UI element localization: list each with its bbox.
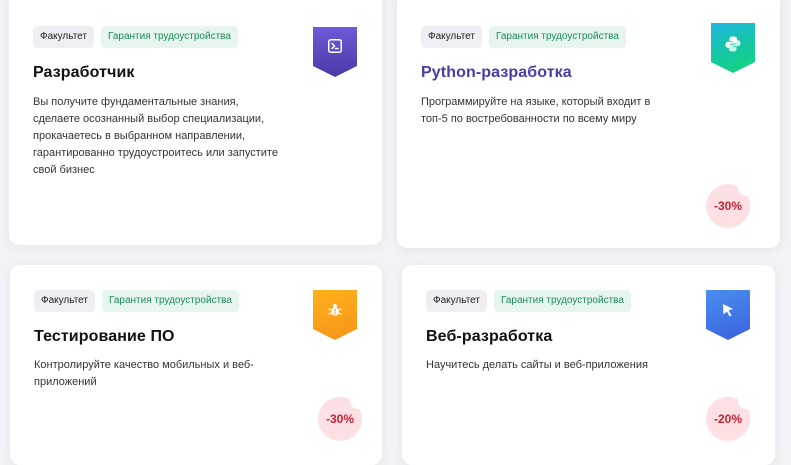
employment-guarantee-tag: Гарантия трудоустройства: [488, 26, 626, 48]
employment-guarantee-tag: Гарантия трудоустройства: [493, 290, 631, 312]
course-card-web-development[interactable]: Факультет Гарантия трудоустройства Веб-р…: [402, 265, 775, 465]
course-description: Вы получите фундаментальные знания, сдел…: [33, 96, 278, 176]
faculty-tag: Факультет: [426, 290, 487, 312]
python-icon: [711, 23, 755, 73]
course-description: Контролируйте качество мобильных и веб-п…: [34, 359, 254, 388]
bug-icon: [313, 290, 357, 340]
course-card-qa-testing[interactable]: Факультет Гарантия трудоустройства Тести…: [10, 265, 382, 465]
discount-badge: -20%: [706, 397, 750, 441]
course-card-developer[interactable]: Факультет Гарантия трудоустройства Разра…: [9, 0, 382, 245]
course-tags: Факультет Гарантия трудоустройства: [421, 26, 626, 48]
course-description: Научитесь делать сайты и веб-приложения: [426, 359, 648, 371]
course-tags: Факультет Гарантия трудоустройства: [33, 26, 238, 48]
course-tags: Факультет Гарантия трудоустройства: [34, 290, 239, 312]
course-description: Программируйте на языке, который входит …: [421, 96, 651, 125]
terminal-icon: [313, 27, 357, 77]
discount-badge: -30%: [706, 184, 750, 228]
course-card-python[interactable]: Факультет Гарантия трудоустройства Pytho…: [397, 0, 780, 248]
employment-guarantee-tag: Гарантия трудоустройства: [101, 290, 239, 312]
faculty-tag: Факультет: [421, 26, 482, 48]
course-tags: Факультет Гарантия трудоустройства: [426, 290, 631, 312]
course-title[interactable]: Разработчик: [33, 64, 135, 82]
course-title[interactable]: Веб-разработка: [426, 328, 552, 346]
course-title[interactable]: Python-разработка: [421, 64, 572, 82]
employment-guarantee-tag: Гарантия трудоустройства: [100, 26, 238, 48]
discount-badge: -30%: [318, 397, 362, 441]
faculty-tag: Факультет: [33, 26, 94, 48]
course-title[interactable]: Тестирование ПО: [34, 328, 175, 346]
cursor-icon: [706, 290, 750, 340]
faculty-tag: Факультет: [34, 290, 95, 312]
